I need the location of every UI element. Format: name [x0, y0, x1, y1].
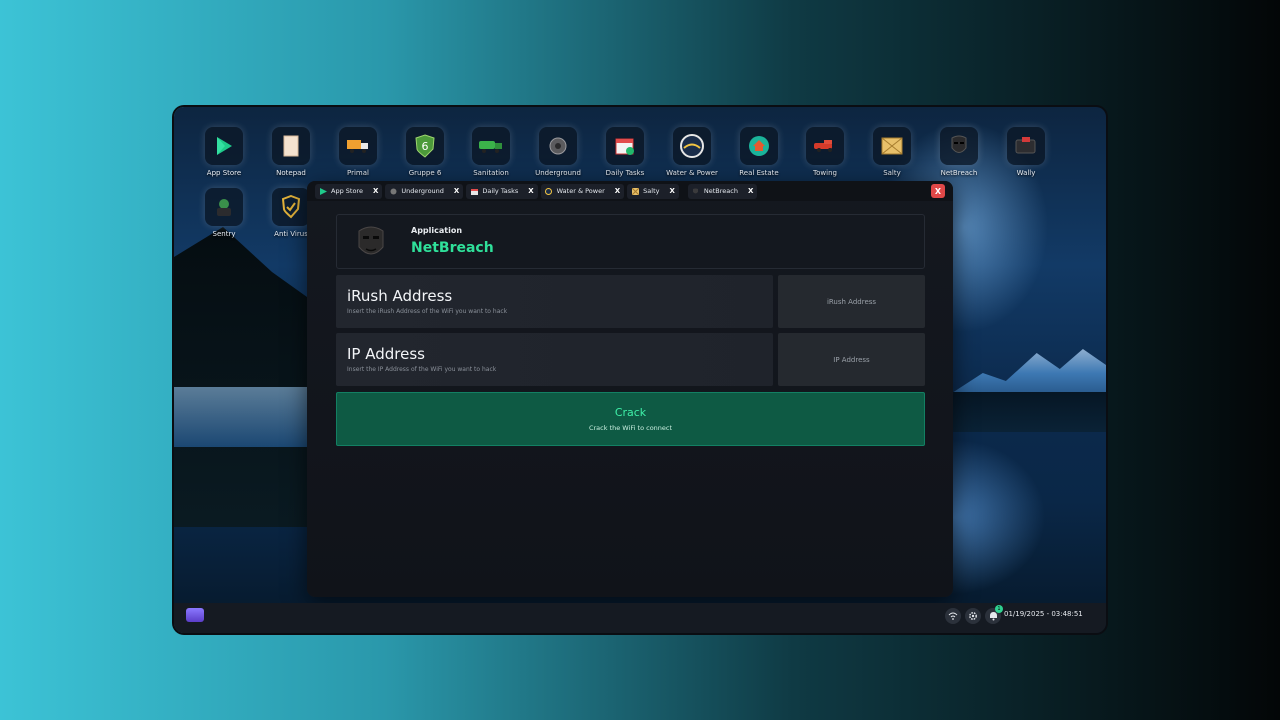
desktop-icon-label: App Store: [206, 169, 242, 177]
calendar-check-icon: [470, 187, 478, 195]
netbreach-window: App Store X Underground X Daily Tasks X …: [307, 181, 953, 597]
play-store-icon: [205, 127, 243, 165]
field-info: iRush Address Insert the iRush Address o…: [336, 275, 773, 328]
tab-netbreach[interactable]: NetBreach X: [687, 183, 758, 199]
tab-label: Water & Power: [556, 187, 605, 195]
desktop-icon-notepad[interactable]: Notepad: [261, 127, 321, 187]
desktop-icon-label: Daily Tasks: [605, 169, 645, 177]
mask-icon: [354, 223, 388, 261]
wifi-icon[interactable]: [945, 608, 961, 624]
desktop-icon-label: Real Estate: [739, 169, 779, 177]
crate-icon: [873, 127, 911, 165]
house-icon: [740, 127, 778, 165]
gear-icon[interactable]: [965, 608, 981, 624]
desktop-icon-label: Towing: [813, 169, 837, 177]
crack-button-label: Crack: [614, 406, 647, 419]
tow-truck-icon: [806, 127, 844, 165]
sentry-icon: [205, 188, 243, 226]
field-description: Insert the IP Address of the WiFi you wa…: [347, 366, 497, 373]
desktop-icon-sentry[interactable]: Sentry: [194, 188, 254, 248]
notification-badge: 1: [995, 605, 1003, 613]
desktop-icon-label: Primal: [347, 169, 369, 177]
tab-app-store[interactable]: App Store X: [315, 183, 383, 199]
desktop-icon-netbreach[interactable]: NetBreach: [929, 127, 989, 187]
tab-close-button[interactable]: X: [748, 187, 753, 195]
desktop-icon-label: Salty: [883, 169, 901, 177]
desktop-icon-wally[interactable]: Wally: [996, 127, 1056, 187]
window-tabbar: App Store X Underground X Daily Tasks X …: [307, 181, 953, 201]
desktop-icon-label: Anti Virus: [274, 230, 308, 238]
desktop-icon-sanitation[interactable]: Sanitation: [461, 127, 521, 187]
tab-close-button[interactable]: X: [528, 187, 533, 195]
desktop-icon-label: Sentry: [212, 230, 236, 238]
shield-six-icon: 6: [406, 127, 444, 165]
calendar-check-icon: [606, 127, 644, 165]
desktop-icon-gruppe-6[interactable]: 6 Gruppe 6: [395, 127, 455, 187]
underground-icon: [389, 187, 397, 195]
app-header: Application NetBreach: [336, 214, 925, 269]
desktop-icon-label: Wally: [1016, 169, 1036, 177]
water-power-icon: [673, 127, 711, 165]
irush-address-row: iRush Address Insert the iRush Address o…: [336, 275, 925, 328]
wallpaper-trees-right: [952, 392, 1106, 432]
field-title: IP Address: [347, 345, 425, 363]
desktop-icon-primal[interactable]: Primal: [328, 127, 388, 187]
desktop-icon-daily-tasks[interactable]: Daily Tasks: [595, 127, 655, 187]
desktop-icon-real-estate[interactable]: Real Estate: [729, 127, 789, 187]
shield-check-icon: [272, 188, 310, 226]
desktop-icon-label: Sanitation: [473, 169, 509, 177]
wallpaper-mountain-left: [174, 227, 314, 527]
desktop-icon-label: Water & Power: [666, 169, 718, 177]
irush-address-input[interactable]: [778, 275, 925, 328]
garbage-truck-icon: [472, 127, 510, 165]
bell-icon[interactable]: 1: [985, 605, 1003, 624]
desktop-icon-app-store[interactable]: App Store: [194, 127, 254, 187]
desktop-icon-label: Gruppe 6: [408, 169, 442, 177]
start-menu-button[interactable]: [186, 608, 204, 622]
tab-close-button[interactable]: X: [615, 187, 620, 195]
crate-icon: [631, 187, 639, 195]
field-description: Insert the iRush Address of the WiFi you…: [347, 308, 508, 315]
mask-icon: [692, 187, 700, 195]
notepad-icon: [272, 127, 310, 165]
desktop-icon-label: NetBreach: [940, 169, 978, 177]
truck-icon: [339, 127, 377, 165]
tab-close-button[interactable]: X: [373, 187, 378, 195]
app-kicker: Application: [411, 226, 463, 235]
tab-close-button[interactable]: X: [669, 187, 674, 195]
wallet-icon: [1007, 127, 1045, 165]
tab-underground[interactable]: Underground X: [385, 183, 464, 199]
desktop-icon-underground[interactable]: Underground: [528, 127, 588, 187]
crack-button[interactable]: Crack Crack the WiFi to connect: [336, 392, 925, 446]
tab-label: Underground: [401, 187, 444, 195]
underground-icon: [539, 127, 577, 165]
app-title: NetBreach: [411, 240, 494, 256]
svg-text:6: 6: [422, 140, 429, 153]
window-close-button[interactable]: X: [931, 184, 945, 198]
tab-label: App Store: [331, 187, 363, 195]
ip-address-row: IP Address Insert the IP Address of the …: [336, 333, 925, 386]
taskbar-clock: 01/19/2025 - 03:48:51: [1004, 610, 1083, 618]
play-store-icon: [319, 187, 327, 195]
tab-close-button[interactable]: X: [454, 187, 459, 195]
desktop-icon-label: Notepad: [276, 169, 306, 177]
tab-salty[interactable]: Salty X: [627, 183, 679, 199]
tab-label: Salty: [643, 187, 660, 195]
taskbar: 1 01/19/2025 - 03:48:51: [174, 603, 1106, 633]
desktop-icon-water-power[interactable]: Water & Power: [662, 127, 722, 187]
desktop-icon-salty[interactable]: Salty: [862, 127, 922, 187]
water-power-icon: [545, 187, 553, 195]
desktop-icon-towing[interactable]: Towing: [795, 127, 855, 187]
desktop-icon-label: Underground: [535, 169, 581, 177]
tab-label: Daily Tasks: [482, 187, 519, 195]
wallpaper-lake-left: [174, 387, 309, 447]
ip-address-input[interactable]: [778, 333, 925, 386]
field-info: IP Address Insert the IP Address of the …: [336, 333, 773, 386]
tab-water-power[interactable]: Water & Power X: [540, 183, 625, 199]
tab-daily-tasks[interactable]: Daily Tasks X: [466, 183, 538, 199]
tab-label: NetBreach: [703, 187, 738, 195]
crack-button-sublabel: Crack the WiFi to connect: [588, 424, 673, 432]
mask-icon: [940, 127, 978, 165]
field-title: iRush Address: [347, 287, 453, 305]
